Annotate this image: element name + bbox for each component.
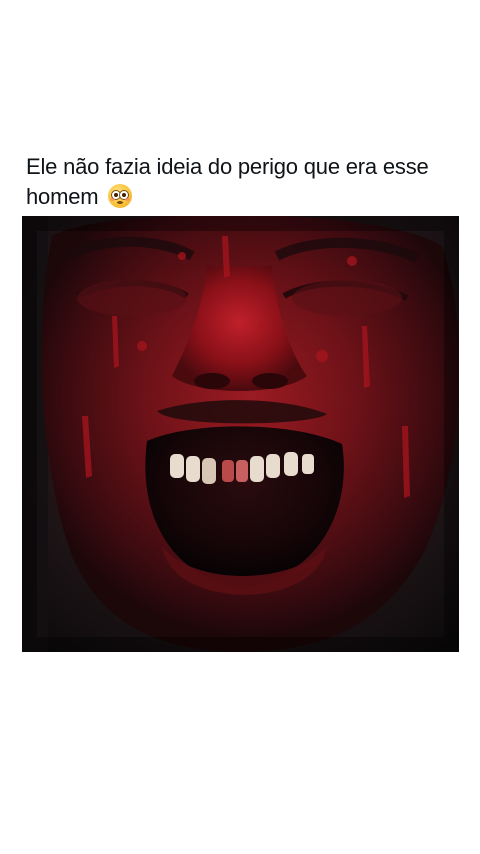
post-text-content: Ele não fazia ideia do perigo que era es…	[26, 154, 429, 209]
post-text: Ele não fazia ideia do perigo que era es…	[26, 152, 466, 212]
post-image[interactable]	[22, 216, 459, 652]
flushed-face-emoji-icon	[108, 184, 133, 208]
screaming-face-image	[22, 216, 459, 652]
